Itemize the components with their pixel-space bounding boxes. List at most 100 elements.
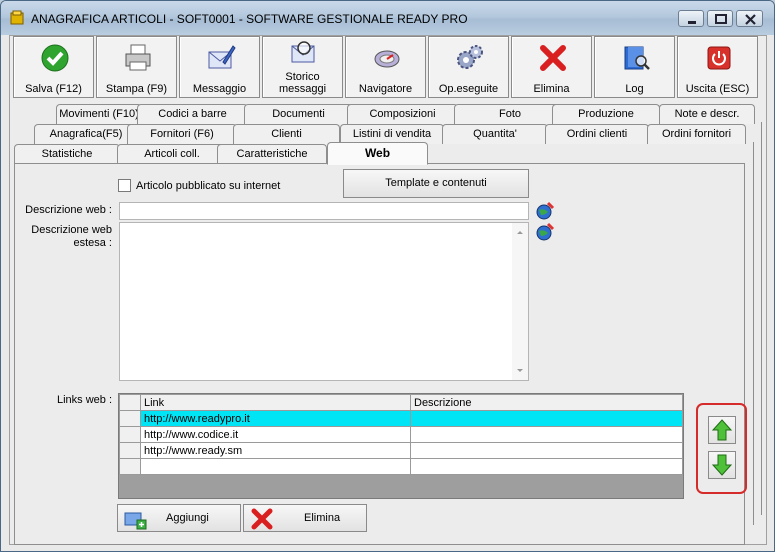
row-indicator-header bbox=[119, 394, 141, 411]
main-window: ANAGRAFICA ARTICOLI - SOFT0001 - SOFTWAR… bbox=[0, 0, 775, 552]
print-label: Stampa (F9) bbox=[105, 83, 168, 95]
links-grid: Link Descrizione http://www.readypro.it h… bbox=[118, 393, 684, 499]
web-extended-label-line1: Descrizione web bbox=[31, 224, 112, 236]
table-row[interactable]: http://www.codice.it bbox=[119, 426, 683, 443]
operations-button[interactable]: Op.eseguite bbox=[428, 36, 509, 98]
check-icon bbox=[41, 44, 69, 72]
tab-note-descr[interactable]: Note e descr. bbox=[659, 104, 755, 124]
tab-movimenti[interactable]: Movimenti (F10) bbox=[56, 104, 142, 124]
template-contents-button[interactable]: Template e contenuti bbox=[343, 169, 529, 198]
navigator-button[interactable]: Navigatore bbox=[345, 36, 426, 98]
app-icon bbox=[10, 10, 24, 25]
web-extended-label: Descrizione web estesa : bbox=[15, 224, 112, 250]
tab-ordini-fornitori[interactable]: Ordini fornitori bbox=[647, 124, 746, 144]
maximize-button[interactable] bbox=[707, 10, 733, 27]
message-button[interactable]: Messaggio bbox=[179, 36, 260, 98]
reorder-highlight-box bbox=[696, 403, 747, 494]
red-x-icon bbox=[251, 508, 273, 530]
maximize-icon bbox=[715, 14, 727, 24]
globe-edit-icon[interactable] bbox=[535, 222, 555, 242]
tab-articoli-coll[interactable]: Articoli coll. bbox=[117, 144, 227, 164]
tab-documenti[interactable]: Documenti bbox=[244, 104, 353, 124]
window-title: ANAGRAFICA ARTICOLI - SOFT0001 - SOFTWAR… bbox=[31, 12, 468, 26]
table-row[interactable]: http://www.ready.sm bbox=[119, 442, 683, 459]
gears-icon bbox=[457, 45, 483, 69]
message-history-label-2: messaggi bbox=[278, 83, 327, 95]
globe-edit-icon[interactable] bbox=[535, 201, 555, 221]
power-icon bbox=[707, 46, 731, 70]
column-header-link[interactable]: Link bbox=[140, 394, 411, 411]
link-cell[interactable]: http://www.ready.sm bbox=[140, 442, 411, 459]
description-cell[interactable] bbox=[410, 410, 683, 427]
textarea-scrollbar[interactable] bbox=[512, 223, 528, 380]
links-web-label: Links web : bbox=[56, 394, 112, 406]
client-area: Salva (F12) Stampa (F9) Messaggio Storic… bbox=[9, 35, 767, 545]
web-extended-textarea[interactable] bbox=[119, 222, 529, 381]
add-link-label: Aggiungi bbox=[166, 512, 209, 524]
row-indicator[interactable] bbox=[119, 442, 141, 459]
tab-quantita[interactable]: Quantita' bbox=[442, 124, 548, 144]
tab-fornitori[interactable]: Fornitori (F6) bbox=[127, 124, 237, 144]
description-cell[interactable] bbox=[410, 458, 683, 475]
tab-page-edge-1 bbox=[753, 142, 754, 525]
published-label: Articolo pubblicato su internet bbox=[136, 180, 281, 192]
row-indicator[interactable] bbox=[119, 410, 141, 427]
log-button[interactable]: Log bbox=[594, 36, 675, 98]
print-button[interactable]: Stampa (F9) bbox=[96, 36, 177, 98]
links-header-row: Link Descrizione bbox=[119, 394, 683, 411]
message-history-label-1: Storico bbox=[285, 71, 320, 83]
red-x-icon bbox=[540, 45, 566, 71]
close-icon bbox=[745, 14, 756, 25]
tab-caratteristiche[interactable]: Caratteristiche bbox=[217, 144, 327, 164]
close-button[interactable] bbox=[736, 10, 763, 27]
exit-button[interactable]: Uscita (ESC) bbox=[677, 36, 758, 98]
tab-anagrafica[interactable]: Anagrafica(F5) bbox=[34, 124, 138, 144]
link-cell[interactable]: http://www.codice.it bbox=[140, 426, 411, 443]
web-extended-label-line2: estesa : bbox=[73, 237, 112, 249]
table-row[interactable]: http://www.readypro.it bbox=[119, 410, 683, 427]
tab-ordini-clienti[interactable]: Ordini clienti bbox=[545, 124, 649, 144]
delete-link-button[interactable]: Elimina bbox=[243, 504, 367, 532]
links-table: Link Descrizione http://www.readypro.it h… bbox=[119, 394, 683, 475]
column-header-description[interactable]: Descrizione bbox=[410, 394, 683, 411]
web-description-field[interactable] bbox=[119, 202, 529, 220]
published-checkbox[interactable] bbox=[118, 179, 131, 192]
delete-toolbar-label: Elimina bbox=[533, 83, 570, 95]
table-row[interactable] bbox=[119, 458, 683, 475]
delete-link-label: Elimina bbox=[304, 512, 341, 524]
row-indicator[interactable] bbox=[119, 458, 141, 475]
tab-composizioni[interactable]: Composizioni bbox=[347, 104, 458, 124]
link-cell[interactable] bbox=[140, 458, 411, 475]
minimize-icon bbox=[688, 21, 696, 24]
green-arrow-down-icon bbox=[711, 454, 733, 476]
green-arrow-up-icon bbox=[711, 419, 733, 441]
operations-label: Op.eseguite bbox=[438, 83, 499, 95]
tab-statistiche[interactable]: Statistiche bbox=[14, 144, 120, 164]
tab-web[interactable]: Web bbox=[327, 142, 428, 165]
minimize-button[interactable] bbox=[678, 10, 704, 27]
message-search-icon bbox=[291, 41, 315, 63]
add-record-icon bbox=[124, 512, 147, 530]
add-link-button[interactable]: Aggiungi bbox=[117, 504, 241, 532]
tab-listini-di-vendita[interactable]: Listini di vendita bbox=[340, 124, 444, 144]
description-cell[interactable] bbox=[410, 442, 683, 459]
save-label: Salva (F12) bbox=[25, 83, 82, 95]
message-pen-icon bbox=[208, 45, 236, 69]
save-button[interactable]: Salva (F12) bbox=[13, 36, 94, 98]
row-indicator[interactable] bbox=[119, 426, 141, 443]
tab-codici-a-barre[interactable]: Codici a barre bbox=[137, 104, 248, 124]
description-cell[interactable] bbox=[410, 426, 683, 443]
scroll-arrows-icon bbox=[517, 231, 523, 372]
link-cell[interactable]: http://www.readypro.it bbox=[140, 410, 411, 427]
message-history-button[interactable]: Storico messaggi bbox=[262, 36, 343, 98]
tab-produzione[interactable]: Produzione bbox=[552, 104, 660, 124]
move-down-button[interactable] bbox=[708, 451, 736, 479]
tab-clienti[interactable]: Clienti bbox=[233, 124, 340, 144]
title-bar: ANAGRAFICA ARTICOLI - SOFT0001 - SOFTWAR… bbox=[1, 1, 774, 35]
book-search-icon bbox=[624, 46, 650, 70]
delete-toolbar-button[interactable]: Elimina bbox=[511, 36, 592, 98]
compass-icon bbox=[374, 50, 400, 68]
move-up-button[interactable] bbox=[708, 416, 736, 444]
tab-foto[interactable]: Foto bbox=[454, 104, 566, 124]
navigator-label: Navigatore bbox=[358, 83, 413, 95]
